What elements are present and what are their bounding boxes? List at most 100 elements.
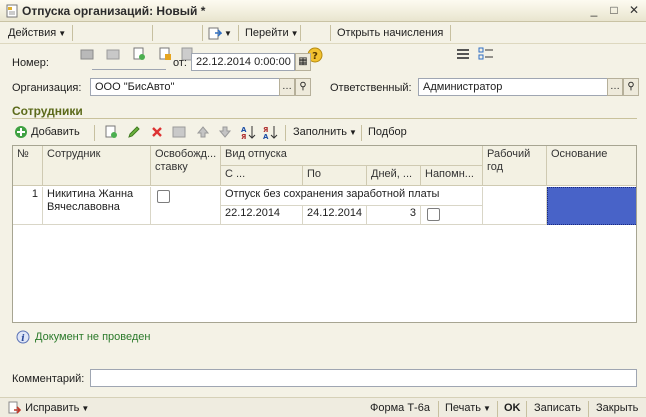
dropdown-arrow-icon: ▼ — [483, 404, 491, 413]
cell-num[interactable]: 1 — [13, 187, 43, 225]
create-based-icon — [208, 27, 222, 40]
responsible-label: Ответственный: — [330, 82, 412, 94]
svg-text:Я: Я — [241, 133, 246, 140]
selection-button[interactable]: Подбор — [368, 124, 407, 140]
delete-row-icon[interactable] — [150, 125, 164, 139]
fill-label: Заполнить — [293, 126, 348, 138]
sort-descending-icon[interactable]: ЯA — [262, 124, 278, 140]
separator — [526, 401, 527, 417]
add-row-button[interactable]: Добавить — [14, 124, 80, 140]
move-down-icon[interactable] — [218, 125, 232, 139]
column-header-num[interactable]: № — [13, 146, 43, 186]
cell-release-rate[interactable] — [151, 187, 221, 225]
bottom-bar: Исправить ▼ Форма Т-6а Печать ▼ OK Записат… — [0, 397, 646, 417]
print-label: Печать — [445, 402, 482, 414]
post-icon[interactable] — [80, 47, 94, 61]
checklist-icon[interactable] — [478, 47, 494, 61]
ok-button[interactable]: OK — [504, 401, 521, 415]
column-header-from[interactable]: С ... — [221, 166, 303, 186]
add-icon — [15, 126, 27, 139]
calendar-icon[interactable]: ▦ — [295, 53, 311, 71]
separator — [361, 125, 362, 141]
separator — [438, 401, 439, 417]
employees-section-title: Сотрудники — [12, 104, 83, 118]
column-header-basis[interactable]: Основание — [547, 146, 636, 186]
dropdown-arrow-icon: ▼ — [81, 404, 90, 413]
remind-checkbox[interactable] — [427, 208, 440, 221]
close-button[interactable]: Закрыть — [596, 401, 638, 415]
column-header-to[interactable]: По — [303, 166, 367, 186]
open-accruals-button[interactable]: Открыть начисления — [337, 25, 443, 41]
column-header-employee[interactable]: Сотрудник — [43, 146, 151, 186]
date-label: от: — [173, 57, 187, 69]
actions-label: Действия — [8, 27, 57, 39]
save-button[interactable]: Записать — [534, 401, 581, 415]
select-organization-button[interactable]: … — [279, 78, 295, 96]
column-header-days[interactable]: Дней, ... — [367, 166, 421, 186]
comment-label: Комментарий: — [12, 373, 85, 385]
copy-row-icon[interactable] — [104, 125, 118, 139]
column-header-remind[interactable]: Напомн... — [421, 166, 483, 186]
actions-menu[interactable]: Действия ▼ — [8, 25, 66, 41]
organization-label: Организация: — [12, 82, 82, 94]
open-organization-icon[interactable]: ⚲ — [295, 78, 311, 96]
add-label: Добавить — [31, 126, 80, 138]
release-rate-checkbox[interactable] — [157, 190, 170, 203]
unpost-icon[interactable] — [106, 47, 120, 61]
separator — [330, 25, 331, 41]
cell-employee[interactable]: Никитина Жанна Вячеславовна — [43, 187, 151, 225]
based-on-menu[interactable]: ▼ — [208, 25, 232, 41]
copy-icon[interactable] — [132, 47, 146, 61]
number-field[interactable] — [92, 69, 166, 70]
column-header-vacation-type[interactable]: Вид отпуска — [221, 146, 483, 166]
status-not-posted: Документ не проведен — [35, 331, 151, 343]
date-field[interactable]: 22.12.2014 0:00:00 — [191, 53, 295, 71]
open-responsible-icon[interactable]: ⚲ — [623, 78, 639, 96]
dropdown-arrow-icon: ▼ — [290, 29, 299, 38]
goto-label: Перейти — [245, 27, 289, 39]
edit-row-icon[interactable] — [127, 125, 141, 139]
list-icon[interactable] — [456, 47, 470, 61]
correction-icon — [8, 401, 22, 414]
cell-basis[interactable] — [547, 187, 636, 225]
separator — [202, 25, 203, 41]
goto-menu[interactable]: Перейти ▼ — [245, 25, 299, 41]
print-menu[interactable]: Печать ▼ — [445, 401, 491, 415]
column-header-release-rate[interactable]: Освобожд... ставку — [151, 146, 221, 186]
toolbar: Действия ▼ ▼ Перейти ▼ ? Открыть начислени… — [0, 22, 646, 63]
cell-from[interactable]: 22.12.2014 — [221, 206, 303, 225]
info-icon: i — [16, 330, 30, 344]
cell-work-year[interactable] — [483, 187, 547, 225]
cell-days[interactable]: 3 — [367, 206, 421, 225]
minimize-icon[interactable]: _ — [586, 3, 602, 18]
separator — [588, 401, 589, 417]
dropdown-arrow-icon: ▼ — [224, 29, 232, 38]
move-up-icon[interactable] — [196, 125, 210, 139]
fix-label: Исправить — [25, 402, 80, 414]
separator — [300, 25, 301, 41]
cell-remind[interactable] — [421, 206, 483, 225]
close-icon[interactable]: ✕ — [626, 3, 642, 18]
separator — [285, 125, 286, 141]
window-title: Отпуска организаций: Новый * — [22, 4, 206, 18]
dropdown-arrow-icon: ▼ — [349, 128, 357, 137]
select-responsible-button[interactable]: … — [607, 78, 623, 96]
fill-menu[interactable]: Заполнить ▼ — [293, 124, 357, 140]
separator — [497, 401, 498, 417]
structure-icon[interactable] — [158, 47, 172, 61]
column-header-work-year[interactable]: Рабочий год — [483, 146, 547, 186]
cell-to[interactable]: 24.12.2014 — [303, 206, 367, 225]
separator — [72, 25, 73, 41]
sort-ascending-icon[interactable]: AЯ — [240, 124, 256, 140]
fix-menu[interactable]: Исправить ▼ — [8, 401, 89, 415]
organization-field[interactable]: ООО "БисАвто" — [90, 78, 280, 96]
end-edit-icon[interactable] — [172, 125, 186, 139]
cell-vacation-type[interactable]: Отпуск без сохранения заработной платы — [221, 187, 483, 206]
maximize-icon[interactable]: □ — [606, 3, 622, 18]
responsible-field[interactable]: Администратор — [418, 78, 608, 96]
form-t6a-button[interactable]: Форма Т-6а — [370, 401, 430, 415]
section-divider — [12, 118, 637, 119]
employees-table: № Сотрудник Освобожд... ставку Вид отпус… — [12, 145, 637, 323]
comment-field[interactable] — [90, 369, 637, 387]
document-icon — [6, 4, 18, 18]
